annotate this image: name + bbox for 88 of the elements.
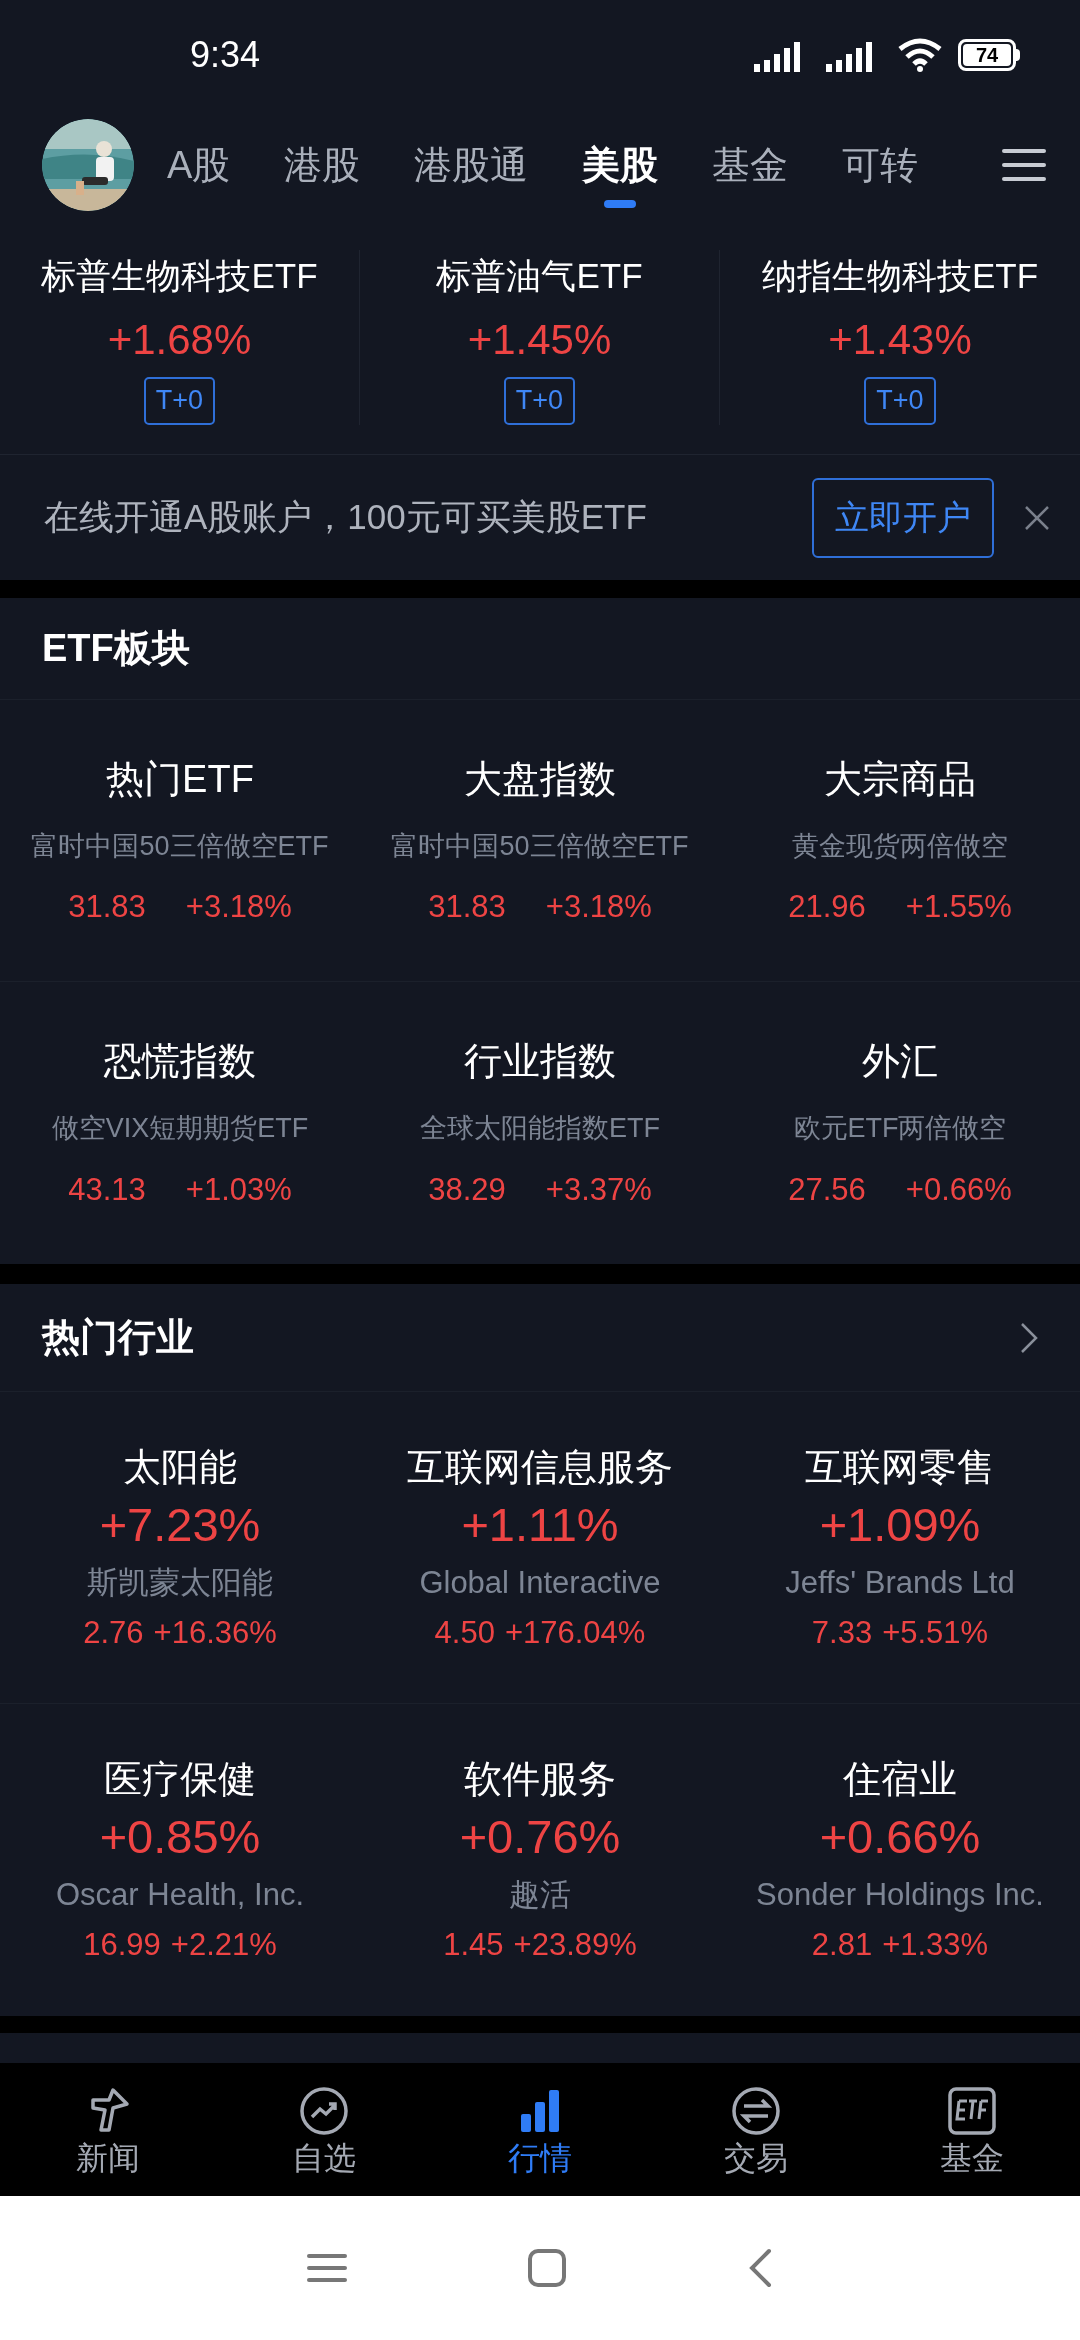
market-tab[interactable]: 可转	[815, 110, 946, 220]
etf-icon	[947, 2085, 997, 2136]
stock-name: Sonder Holdings Inc.	[756, 1876, 1044, 1914]
etf-change: +1.43%	[828, 314, 972, 365]
market-tab[interactable]: 港股	[257, 110, 388, 220]
fund-price: 31.83	[68, 888, 146, 926]
category-name: 行业指数	[464, 1039, 616, 1084]
trend-icon	[299, 2085, 349, 2136]
industry-change: +0.85%	[99, 1809, 261, 1865]
promo-text: 在线开通A股账户，100元可买美股ETF	[44, 496, 648, 539]
section-title: 热门行业	[42, 1315, 194, 1360]
stock-price: 4.50	[434, 1613, 495, 1652]
industry-change: +0.76%	[459, 1809, 621, 1865]
fund-price: 43.13	[68, 1170, 146, 1209]
fund-change: +3.18%	[545, 888, 652, 926]
stock-change: +23.89%	[513, 1926, 637, 1964]
status-time: 9:34	[190, 33, 261, 77]
stock-name: Global Interactive	[419, 1563, 661, 1602]
fund-change: +0.66%	[905, 1170, 1012, 1209]
stock-name: 趣活	[509, 1876, 571, 1914]
industry-change: +1.11%	[461, 1496, 619, 1553]
stock-name: Oscar Health, Inc.	[55, 1876, 305, 1914]
fund-change: +1.55%	[905, 888, 1012, 926]
category-name: 恐慌指数	[104, 1039, 256, 1084]
fund-name: 黄金现货两倍做空	[792, 829, 1008, 863]
etf-change: +1.68%	[107, 314, 252, 365]
category-name: 热门ETF	[106, 756, 254, 802]
category-name: 大盘指数	[464, 756, 616, 802]
trading-badge: T+0	[503, 376, 576, 425]
industry-name: 互联网信息服务	[407, 1444, 673, 1490]
back-icon[interactable]	[747, 2248, 773, 2288]
fund-name: 富时中国50三倍做空ETF	[31, 829, 329, 863]
fund-change: +3.18%	[185, 888, 292, 926]
industry-name: 软件服务	[464, 1757, 616, 1802]
nav-tab[interactable]: 行情	[432, 2063, 648, 2196]
stock-name: 斯凯蒙太阳能	[87, 1563, 273, 1602]
stock-change: +1.33%	[882, 1926, 989, 1964]
stock-change: +5.51%	[882, 1613, 989, 1652]
stock-change: +16.36%	[153, 1613, 277, 1652]
fund-price: 31.83	[428, 888, 506, 926]
fund-name: 欧元ETF两倍做空	[793, 1112, 1007, 1145]
stock-price: 7.33	[811, 1613, 873, 1652]
home-icon[interactable]	[527, 2248, 567, 2288]
nav-tab[interactable]: 基金	[864, 2063, 1080, 2196]
nav-tab[interactable]: 自选	[216, 2063, 432, 2196]
trading-badge: T+0	[864, 376, 936, 425]
market-tab[interactable]: 美股	[555, 110, 686, 220]
etf-name: 标普生物科技ETF	[41, 254, 318, 297]
fund-name: 全球太阳能指数ETF	[420, 1112, 660, 1145]
category-name: 外汇	[862, 1039, 938, 1084]
stock-price: 1.45	[443, 1926, 504, 1964]
stock-price: 2.81	[811, 1926, 873, 1964]
fund-change: +3.37%	[545, 1170, 652, 1209]
industry-name: 互联网零售	[805, 1444, 995, 1490]
etf-name: 纳指生物科技ETF	[761, 254, 1039, 297]
etf-name: 标普油气ETF	[436, 254, 643, 297]
menu-icon[interactable]	[1002, 148, 1046, 182]
trading-badge: T+0	[143, 376, 216, 425]
fund-name: 富时中国50三倍做空ETF	[391, 829, 689, 863]
stock-change: +176.04%	[504, 1613, 646, 1652]
fund-price: 38.29	[428, 1170, 506, 1209]
nav-tab[interactable]: 新闻	[0, 2063, 216, 2196]
open-account-button[interactable]: 立即开户	[812, 477, 994, 558]
industry-name: 住宿业	[843, 1757, 957, 1802]
fund-price: 21.96	[788, 888, 866, 926]
chevron-right-icon[interactable]	[1020, 1321, 1038, 1354]
market-tab[interactable]: 港股通	[387, 110, 556, 220]
stock-price: 16.99	[83, 1926, 161, 1964]
category-name: 大宗商品	[824, 756, 976, 802]
wifi-icon	[896, 37, 944, 73]
exchange-icon	[731, 2085, 781, 2136]
fund-name: 做空VIX短期期货ETF	[51, 1112, 309, 1145]
close-icon[interactable]	[1024, 504, 1050, 531]
industry-change: +0.66%	[819, 1809, 981, 1865]
industry-change: +1.09%	[819, 1496, 981, 1553]
market-tab[interactable]: 基金	[685, 110, 816, 220]
industry-change: +7.23%	[99, 1496, 261, 1553]
stock-change: +2.21%	[170, 1926, 277, 1964]
fund-change: +1.03%	[185, 1170, 292, 1209]
nav-tab[interactable]: 交易	[648, 2063, 864, 2196]
market-tab[interactable]: A股	[140, 110, 258, 220]
stock-price: 2.76	[83, 1613, 144, 1652]
industry-name: 太阳能	[123, 1444, 237, 1490]
fund-price: 27.56	[788, 1170, 866, 1209]
industry-name: 医疗保健	[104, 1757, 256, 1802]
stock-name: Jeffs' Brands Ltd	[785, 1563, 1015, 1602]
section-title: ETF板块	[42, 626, 190, 671]
etf-change: +1.45%	[467, 314, 612, 365]
